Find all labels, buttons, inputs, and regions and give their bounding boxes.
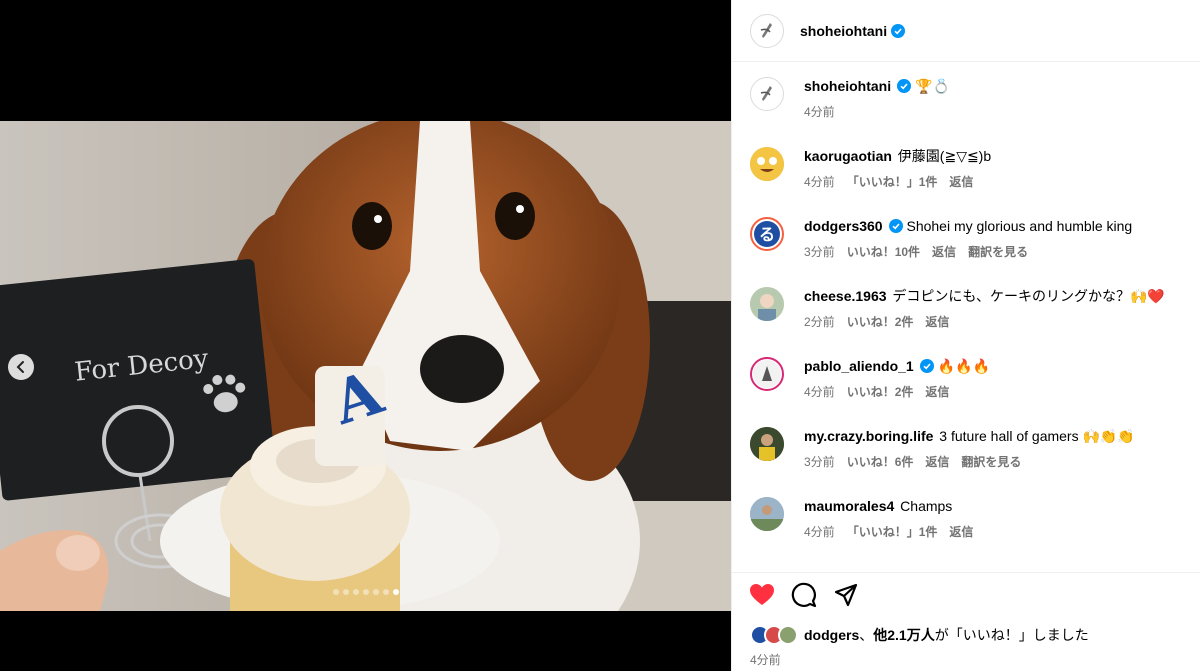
comment-time[interactable]: 4分前 — [804, 383, 835, 400]
translate-button[interactable]: 翻訳を見る — [968, 243, 1028, 260]
comment-time[interactable]: 4分前 — [804, 173, 835, 190]
comment-time[interactable]: 3分前 — [804, 243, 835, 260]
share-button[interactable] — [832, 581, 860, 609]
svg-text:る: る — [759, 227, 775, 244]
photo-avatar-icon — [750, 427, 784, 461]
comment-likes[interactable]: 「いいね！」1件 — [847, 173, 938, 190]
caption-username[interactable]: shoheiohtani — [804, 78, 891, 94]
header-username[interactable]: shoheiohtani — [800, 23, 887, 39]
comment-text: Shohei my glorious and humble king — [906, 218, 1133, 234]
logo-icon — [760, 22, 772, 38]
emoji-avatar-icon — [750, 147, 784, 181]
caption-time[interactable]: 4分前 — [804, 103, 835, 120]
comment-item: maumorales4 Champs 4分前 「いいね！」1件 返信 — [750, 497, 1190, 540]
avatar[interactable] — [750, 147, 784, 181]
comment-likes[interactable]: いいね！2件 — [847, 383, 914, 400]
share-icon — [834, 583, 858, 607]
avatar[interactable]: る — [750, 217, 784, 251]
comment-item: る dodgers360 Shohei my glorious and humb… — [750, 217, 1190, 260]
comment-username[interactable]: my.crazy.boring.life — [804, 428, 933, 444]
comment-text: デコピンにも、ケーキのリングかな？🙌❤️ — [892, 288, 1165, 304]
reply-button[interactable]: 返信 — [932, 243, 956, 260]
comment-time[interactable]: 3分前 — [804, 453, 835, 470]
heart-icon — [750, 584, 774, 605]
post-timestamp[interactable]: 4分前 — [750, 651, 781, 668]
dodgers-logo-icon: る — [754, 221, 780, 247]
comments-list: shoheiohtani 🏆💍 4分前 kaorugaotian 伊藤園(≧▽≦… — [732, 63, 1200, 571]
reply-button[interactable]: 返信 — [925, 453, 949, 470]
verified-badge-icon — [891, 23, 906, 38]
photo-avatar-icon — [753, 360, 781, 388]
reply-button[interactable]: 返信 — [949, 173, 973, 190]
logo-icon — [760, 86, 772, 101]
carousel-dot — [392, 589, 399, 595]
comment-text: Champs — [900, 498, 953, 514]
carousel-dot — [332, 589, 339, 595]
comment-text: 🔥🔥🔥 — [937, 358, 990, 374]
comment-item: pablo_aliendo_1 🔥🔥🔥 4分前 いいね！2件 返信 — [750, 357, 1190, 400]
liker-avatar — [778, 625, 798, 645]
reply-button[interactable]: 返信 — [949, 523, 973, 540]
avatar[interactable] — [750, 77, 784, 111]
translate-button[interactable]: 翻訳を見る — [961, 453, 1021, 470]
carousel-indicator — [0, 589, 731, 595]
avatar[interactable] — [750, 497, 784, 531]
comment-username[interactable]: pablo_aliendo_1 — [804, 358, 914, 374]
avatar[interactable] — [750, 13, 784, 48]
comment-item: cheese.1963 デコピンにも、ケーキのリングかな？🙌❤️ 2分前 いいね… — [750, 287, 1190, 330]
comment-item: kaorugaotian 伊藤園(≧▽≦)b 4分前 「いいね！」1件 返信 — [750, 147, 1190, 190]
comment-time[interactable]: 2分前 — [804, 313, 835, 330]
photo-avatar-icon — [750, 287, 784, 321]
avatar[interactable] — [750, 427, 784, 461]
likes-user[interactable]: dodgers — [804, 627, 859, 643]
carousel-dot — [362, 589, 369, 595]
chevron-left-icon — [16, 361, 24, 373]
comment-likes[interactable]: 「いいね！」1件 — [847, 523, 938, 540]
verified-badge-icon — [919, 359, 934, 373]
comment-username[interactable]: kaorugaotian — [804, 148, 892, 164]
reply-button[interactable]: 返信 — [925, 383, 949, 400]
comment-username[interactable]: cheese.1963 — [804, 288, 887, 304]
caption: shoheiohtani 🏆💍 4分前 — [750, 77, 1190, 120]
comment-text: 3 future hall of gamers 🙌👏👏 — [939, 428, 1135, 444]
verified-badge-icon — [897, 79, 912, 93]
likes-summary[interactable]: dodgers、他2.1万人 が「いいね！」しました — [750, 625, 1089, 645]
like-button[interactable] — [748, 581, 776, 609]
carousel-dot — [342, 589, 349, 595]
carousel-prev-button[interactable] — [8, 354, 34, 380]
reply-button[interactable]: 返信 — [925, 313, 949, 330]
likes-suffix: が「いいね！」しました — [934, 627, 1089, 643]
comment-likes[interactable]: いいね！6件 — [847, 453, 914, 470]
comment-item: my.crazy.boring.life 3 future hall of ga… — [750, 427, 1190, 470]
post-media-panel: For Decoy A — [0, 0, 731, 671]
carousel-dot — [382, 589, 389, 595]
comment-time[interactable]: 4分前 — [804, 523, 835, 540]
post-header: shoheiohtani — [732, 0, 1200, 62]
post-sidebar: shoheiohtani shoheiohtani 🏆💍 4分前 kaoruga… — [731, 0, 1200, 671]
comment-button[interactable] — [790, 581, 818, 609]
comment-text: 伊藤園(≧▽≦)b — [897, 148, 992, 164]
carousel-dot — [372, 589, 379, 595]
photo-avatar-icon — [750, 497, 784, 531]
likes-separator: 、 — [859, 627, 874, 643]
carousel-dot — [352, 589, 359, 595]
comment-likes[interactable]: いいね！10件 — [847, 243, 920, 260]
verified-badge-icon — [888, 219, 903, 233]
likes-others[interactable]: 他2.1万人 — [873, 625, 934, 645]
post-photo: For Decoy A — [0, 121, 731, 611]
post-actions: dodgers、他2.1万人 が「いいね！」しました 4分前 — [732, 572, 1200, 671]
avatar[interactable] — [750, 287, 784, 321]
comment-likes[interactable]: いいね！2件 — [847, 313, 914, 330]
comment-icon — [791, 582, 817, 608]
comment-username[interactable]: dodgers360 — [804, 218, 883, 234]
comment-username[interactable]: maumorales4 — [804, 498, 894, 514]
caption-text: 🏆💍 — [915, 78, 950, 94]
avatar[interactable] — [750, 357, 784, 391]
